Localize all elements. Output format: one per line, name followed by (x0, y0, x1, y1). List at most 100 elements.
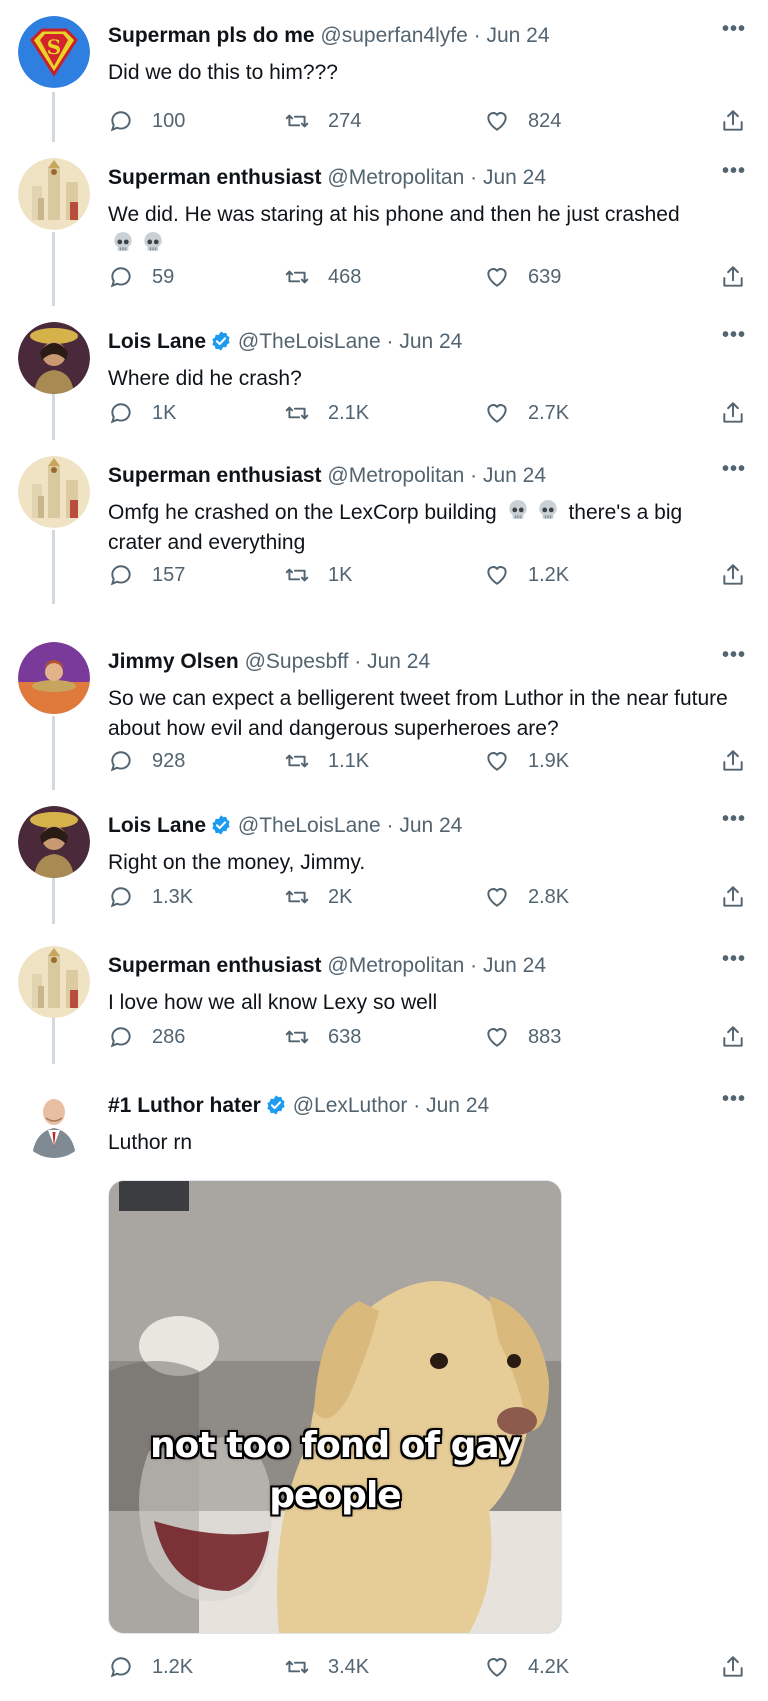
share-button[interactable] (720, 262, 746, 292)
reply-button[interactable]: 1K (108, 398, 176, 428)
retweet-button[interactable]: 468 (284, 262, 361, 292)
tweet-text: Right on the money, Jimmy. (108, 851, 366, 874)
tweet-date[interactable]: Jun 24 (399, 814, 462, 837)
like-button[interactable]: 4.2K (484, 1652, 569, 1682)
tweet-text: Did we do this to him??? (108, 61, 338, 84)
more-options-icon[interactable]: ••• (722, 948, 746, 971)
avatar[interactable] (18, 806, 90, 878)
like-icon (487, 1658, 507, 1677)
like-count: 2.7K (528, 401, 570, 424)
tweet-actions: 157 1K 1.2K (108, 560, 746, 590)
display-name[interactable]: Superman enthusiast (108, 954, 322, 977)
user-handle[interactable]: @Supesbff (245, 650, 349, 673)
like-button[interactable]: 883 (484, 1022, 561, 1052)
tweet[interactable]: Jimmy Olsen @Supesbff · Jun 24 ••• So we… (0, 626, 768, 790)
user-handle[interactable]: @superfan4lyfe (320, 24, 467, 47)
user-handle[interactable]: @LexLuthor (293, 1094, 408, 1117)
avatar[interactable] (18, 1086, 90, 1158)
reply-button[interactable]: 157 (108, 560, 185, 590)
tweet-date[interactable]: Jun 24 (367, 650, 430, 673)
display-name[interactable]: Lois Lane (108, 330, 206, 353)
like-button[interactable]: 639 (484, 262, 561, 292)
tweet-media-image[interactable]: not too fond of gay people (108, 1180, 562, 1634)
reply-button[interactable]: 100 (108, 106, 185, 136)
tweet[interactable]: Superman enthusiast @Metropolitan · Jun … (0, 142, 768, 306)
separator-dot: · (470, 464, 478, 487)
display-name[interactable]: Lois Lane (108, 814, 206, 837)
skull-emoji-text: 💀💀 (108, 230, 109, 231)
avatar[interactable] (18, 642, 90, 714)
retweet-button[interactable]: 638 (284, 1022, 361, 1052)
separator-dot: · (470, 954, 478, 977)
avatar[interactable] (18, 456, 90, 528)
display-name[interactable]: Jimmy Olsen (108, 650, 239, 673)
share-button[interactable] (720, 1652, 746, 1682)
avatar[interactable] (18, 322, 90, 394)
tweet-text: We did. He was staring at his phone and … (108, 200, 728, 260)
user-handle[interactable]: @Metropolitan (327, 954, 464, 977)
separator-dot: · (413, 1094, 421, 1117)
avatar[interactable]: S (18, 16, 90, 88)
like-button[interactable]: 2.8K (484, 882, 569, 912)
retweet-button[interactable]: 2K (284, 882, 352, 912)
retweet-button[interactable]: 2.1K (284, 398, 369, 428)
retweet-button[interactable]: 274 (284, 106, 361, 136)
more-options-icon[interactable]: ••• (722, 324, 746, 347)
tweet[interactable]: Superman enthusiast @Metropolitan · Jun … (0, 930, 768, 1064)
more-options-icon[interactable]: ••• (722, 1088, 746, 1111)
tweet-date[interactable]: Jun 24 (426, 1094, 489, 1117)
tweet[interactable]: Superman enthusiast @Metropolitan · Jun … (0, 440, 768, 604)
display-name[interactable]: Superman pls do me (108, 24, 315, 47)
more-options-icon[interactable]: ••• (722, 18, 746, 41)
user-handle[interactable]: @TheLoisLane (238, 814, 381, 837)
more-options-icon[interactable]: ••• (722, 458, 746, 481)
more-options-icon[interactable]: ••• (722, 160, 746, 183)
share-button[interactable] (720, 560, 746, 590)
share-button[interactable] (720, 106, 746, 136)
retweet-count: 274 (328, 109, 362, 132)
avatar[interactable] (18, 158, 90, 230)
share-button[interactable] (720, 746, 746, 776)
tweet-date[interactable]: Jun 24 (483, 166, 546, 189)
like-button[interactable]: 2.7K (484, 398, 569, 428)
retweet-button[interactable]: 1.1K (284, 746, 369, 776)
reply-button[interactable]: 928 (108, 746, 185, 776)
retweet-button[interactable]: 1K (284, 560, 352, 590)
tweet-date[interactable]: Jun 24 (483, 464, 546, 487)
reply-count: 100 (152, 109, 186, 132)
like-button[interactable]: 1.9K (484, 746, 569, 776)
share-button[interactable] (720, 1022, 746, 1052)
retweet-count: 1.1K (328, 749, 370, 772)
like-button[interactable]: 1.2K (484, 560, 569, 590)
tweet[interactable]: Lois Lane @TheLoisLane · Jun 24 ••• Righ… (0, 790, 768, 924)
reply-button[interactable]: 59 (108, 262, 174, 292)
share-button[interactable] (720, 882, 746, 912)
tweet-text: Omfg he crashed on the LexCorp building … (108, 498, 728, 558)
tweet[interactable]: #1 Luthor hater @LexLuthor · Jun 24 ••• … (0, 1070, 768, 1701)
reply-icon (110, 403, 131, 424)
user-handle[interactable]: @TheLoisLane (238, 330, 381, 353)
more-options-icon[interactable]: ••• (722, 644, 746, 667)
tweet-date[interactable]: Jun 24 (399, 330, 462, 353)
tweet[interactable]: S Superman pls do me @superfan4lyfe · Ju… (0, 0, 768, 142)
skull-emoji-icon (114, 232, 132, 251)
display-name[interactable]: Superman enthusiast (108, 464, 322, 487)
share-icon (723, 750, 743, 771)
more-options-icon[interactable]: ••• (722, 808, 746, 831)
tweet-date[interactable]: Jun 24 (486, 24, 549, 47)
user-handle[interactable]: @Metropolitan (327, 166, 464, 189)
display-name[interactable]: #1 Luthor hater (108, 1094, 261, 1117)
avatar[interactable] (18, 946, 90, 1018)
verified-badge-icon (267, 1095, 285, 1115)
share-button[interactable] (720, 398, 746, 428)
retweet-button[interactable]: 3.4K (284, 1652, 369, 1682)
reply-button[interactable]: 1.3K (108, 882, 193, 912)
share-icon (723, 1026, 743, 1047)
tweet[interactable]: Lois Lane @TheLoisLane · Jun 24 ••• Wher… (0, 306, 768, 440)
tweet-date[interactable]: Jun 24 (483, 954, 546, 977)
user-handle[interactable]: @Metropolitan (327, 464, 464, 487)
reply-button[interactable]: 1.2K (108, 1652, 193, 1682)
reply-button[interactable]: 286 (108, 1022, 185, 1052)
display-name[interactable]: Superman enthusiast (108, 166, 322, 189)
like-button[interactable]: 824 (484, 106, 561, 136)
